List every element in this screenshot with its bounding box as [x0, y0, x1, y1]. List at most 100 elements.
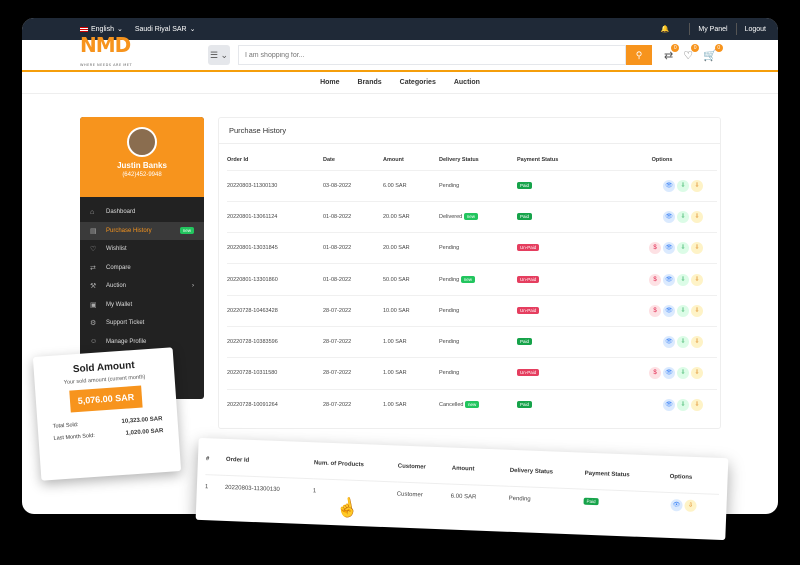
invoice-icon[interactable]: ⇩	[691, 242, 703, 255]
view-icon[interactable]: 👁	[663, 336, 675, 349]
cart-icon[interactable]: 🛒 0	[703, 43, 723, 62]
sidebar-icon: ♡	[90, 246, 97, 254]
payment-badge: Paid	[517, 181, 533, 189]
sidebar-item-manage-profile[interactable]: ☺ Manage Profile	[80, 333, 204, 352]
view-icon[interactable]: 👁	[663, 273, 675, 286]
nav-categories[interactable]: Categories	[400, 79, 436, 86]
search-button[interactable]: ⚲	[626, 45, 652, 65]
cancel-icon[interactable]: $	[649, 304, 661, 317]
nav-auction[interactable]: Auction	[454, 79, 480, 86]
sidebar-item-support-ticket[interactable]: ⚙ Support Ticket	[80, 314, 204, 333]
order-id-link[interactable]: 20220728-10383596	[227, 325, 323, 358]
view-icon[interactable]: 👁	[663, 179, 675, 192]
view-icon[interactable]: 👁	[670, 499, 683, 512]
invoice-icon[interactable]: ⇩	[691, 398, 703, 411]
sidebar-item-dashboard[interactable]: ⌂ Dashboard	[80, 203, 204, 222]
sidebar-item-label: Auction	[106, 283, 127, 290]
table-row: 20220728-10463428 28-07-2022 10.00 SAR Pend…	[227, 294, 717, 327]
column-header: #	[205, 455, 210, 463]
compare-count: 0	[671, 43, 680, 52]
avatar	[127, 127, 157, 157]
invoice-icon[interactable]: ⇩	[691, 210, 703, 223]
language-selector[interactable]: English ⌄	[80, 25, 123, 33]
category-menu-button[interactable]: ☰ ⌄	[208, 45, 230, 65]
table-row: 20220728-10311580 28-07-2022 1.00 SAR Pendi…	[227, 357, 717, 390]
download-icon[interactable]: ⇩	[677, 304, 689, 317]
logo[interactable]: NMD WHERE NEEDS ARE MET	[80, 35, 208, 75]
compare-icon[interactable]: ⇄ 0	[664, 43, 680, 62]
sidebar-item-label: Compare	[106, 264, 131, 271]
my-panel-link[interactable]: My Panel	[698, 26, 727, 33]
last-month-value: 1,020.00 SAR	[125, 428, 164, 437]
payment-badge: Paid	[583, 497, 599, 506]
order-amount: 1.00 SAR	[383, 388, 439, 421]
order-id-link[interactable]: 20220801-13061124	[227, 200, 323, 233]
user-phone: (642)452-9948	[122, 172, 162, 178]
delivery-status: Pending	[508, 485, 585, 515]
amount: 6.00 SAR	[450, 483, 510, 512]
nav-brands[interactable]: Brands	[358, 79, 382, 86]
payment-badge: Paid	[517, 400, 533, 408]
table-row: 20220801-13031845 01-08-2022 20.00 SAR Pend…	[227, 232, 717, 264]
currency-selector[interactable]: Saudi Riyal SAR ⌄	[135, 25, 196, 34]
column-header: Order Id	[225, 456, 250, 464]
invoice-icon[interactable]: ⇩	[691, 179, 703, 192]
order-amount: 10.00 SAR	[383, 294, 439, 327]
download-icon[interactable]: ⇩	[677, 367, 689, 380]
order-id-link[interactable]: 20220728-10311580	[227, 357, 323, 390]
order-id-link[interactable]: 20220728-10463428	[227, 294, 323, 327]
order-date: 28-07-2022	[323, 388, 383, 421]
order-id-link[interactable]: 20220728-10091264	[227, 388, 323, 421]
column-header: Payment Status	[584, 470, 630, 479]
invoice-icon[interactable]: ⇩	[691, 273, 703, 286]
order-id-link[interactable]: 20220803-11300130	[227, 169, 323, 202]
download-icon[interactable]: ⇩	[677, 242, 689, 255]
view-icon[interactable]: 👁	[663, 242, 675, 255]
sidebar-item-label: Purchase History	[106, 227, 152, 234]
download-icon[interactable]: ⇩	[677, 336, 689, 349]
delivery-status: Pending	[439, 370, 460, 377]
bell-icon[interactable]: 🔔	[661, 25, 670, 33]
sidebar-icon: ⇄	[90, 264, 96, 272]
order-amount: 1.00 SAR	[383, 357, 439, 390]
cancel-icon[interactable]: $	[649, 242, 661, 255]
order-id-link[interactable]: 20220801-13031845	[227, 232, 323, 264]
sidebar-item-label: Dashboard	[106, 209, 136, 216]
column-header: Delivery Status	[509, 467, 554, 476]
nav-home[interactable]: Home	[320, 79, 339, 86]
view-icon[interactable]: 👁	[663, 210, 675, 223]
heart-icon[interactable]: ♡ 0	[683, 43, 700, 62]
view-icon[interactable]: 👁	[663, 367, 675, 380]
order-num: 1	[204, 474, 226, 501]
sidebar-item-label: Support Ticket	[106, 320, 145, 327]
main-nav: Home Brands Categories Auction	[22, 72, 778, 94]
logout-link[interactable]: Logout	[745, 26, 766, 33]
column-header: Payment Status	[517, 156, 559, 163]
order-amount: 6.00 SAR	[383, 169, 439, 202]
download-icon[interactable]: ⇩	[677, 398, 689, 411]
cart-count: 0	[714, 43, 723, 52]
cancel-icon[interactable]: $	[649, 273, 661, 286]
view-icon[interactable]: 👁	[663, 304, 675, 317]
sidebar-item-compare[interactable]: ⇄ Compare	[80, 259, 204, 278]
cancel-icon[interactable]: $	[649, 367, 661, 380]
download-icon[interactable]: ⇩	[677, 273, 689, 286]
search-input[interactable]	[238, 45, 626, 65]
invoice-icon[interactable]: ⇩	[691, 336, 703, 349]
sidebar-item-wishlist[interactable]: ♡ Wishlist	[80, 240, 204, 259]
invoice-icon[interactable]: ⇩	[691, 304, 703, 317]
invoice-icon[interactable]: ⇩	[691, 367, 703, 380]
sidebar-icon: ⚒	[90, 283, 97, 291]
order-id-link[interactable]: 20220803-11300130	[224, 474, 314, 505]
customer: Customer	[396, 481, 452, 510]
download-icon[interactable]: ⇩	[677, 210, 689, 223]
sidebar-item-purchase-history[interactable]: ▤ Purchase History new	[80, 221, 204, 240]
invoice-icon[interactable]: ⇩	[684, 499, 697, 513]
download-icon[interactable]: ⇩	[677, 179, 689, 192]
sidebar-item-auction[interactable]: ⚒ Auction ›	[80, 277, 204, 296]
last-month-label: Last Month Sold:	[53, 432, 95, 442]
sidebar-item-my-wallet[interactable]: ▣ My Wallet	[80, 296, 204, 315]
view-icon[interactable]: 👁	[663, 398, 675, 411]
order-id-link[interactable]: 20220801-13301860	[227, 263, 323, 296]
order-amount: 50.00 SAR	[383, 263, 439, 296]
